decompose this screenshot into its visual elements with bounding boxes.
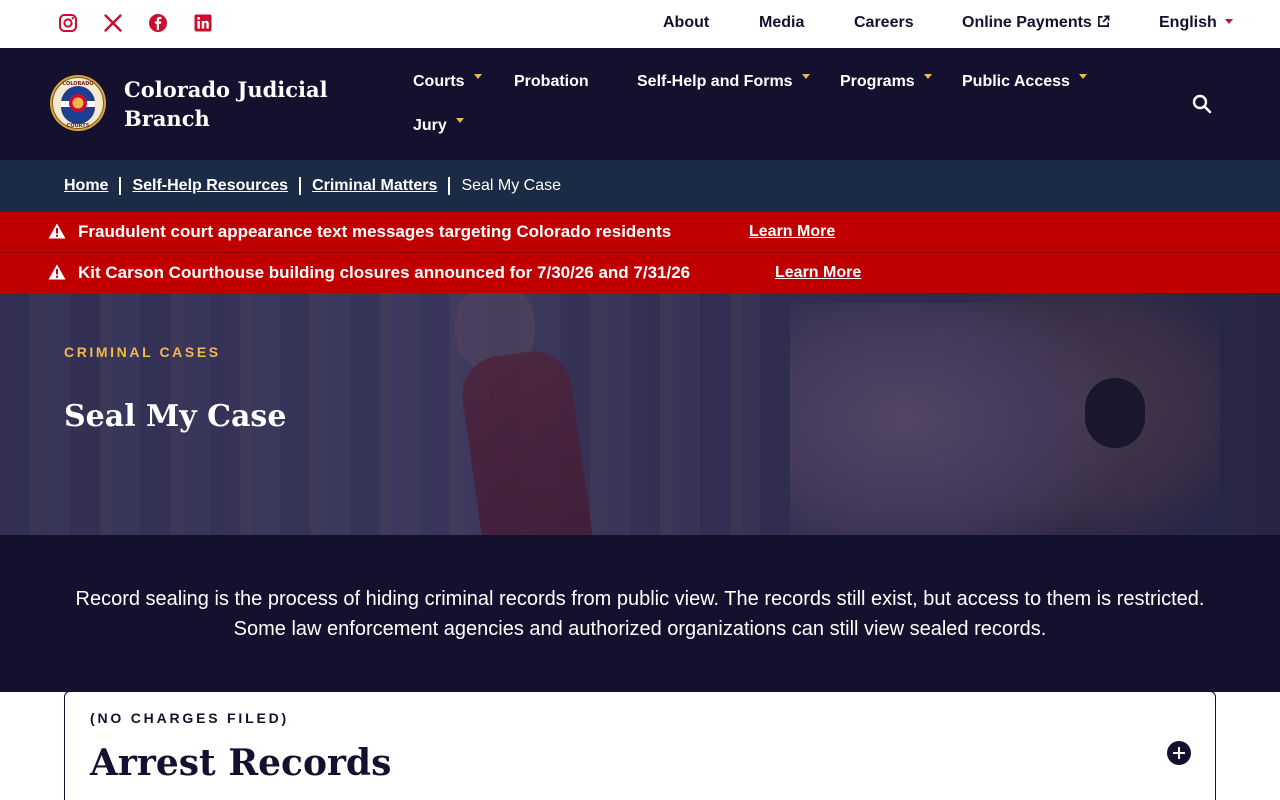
facebook-icon[interactable]: [148, 13, 168, 33]
linkedin-icon[interactable]: [193, 13, 213, 33]
warning-icon: [48, 264, 66, 280]
page-title: Seal My Case: [64, 399, 287, 434]
utility-bar: About Media Careers Online Payments Engl…: [0, 0, 1280, 48]
alert-banner: Fraudulent court appearance text message…: [0, 212, 1280, 252]
breadcrumb: Home Self-Help Resources Criminal Matter…: [0, 160, 1280, 212]
nav-probation-label: Probation: [514, 73, 589, 90]
chevron-down-icon: [1078, 74, 1087, 79]
breadcrumb-separator: [299, 177, 302, 195]
breadcrumb-home[interactable]: Home: [64, 177, 108, 195]
careers-link[interactable]: Careers: [854, 14, 914, 32]
nav-courts[interactable]: Courts: [413, 73, 482, 91]
nav-jury-label: Jury: [413, 117, 447, 134]
site-name[interactable]: Colorado Judicial Branch: [124, 75, 344, 133]
nav-probation[interactable]: Probation: [514, 73, 589, 91]
alert-learn-more-link[interactable]: Learn More: [775, 264, 861, 282]
intro-section: Record sealing is the process of hiding …: [0, 535, 1280, 692]
court-seal-logo[interactable]: COLORADO COURTS: [49, 74, 107, 132]
language-select[interactable]: English: [1159, 14, 1233, 32]
about-link[interactable]: About: [663, 14, 709, 32]
seal-bottom-text: COURTS: [67, 123, 90, 129]
hero-eyebrow: CRIMINAL CASES: [64, 344, 221, 360]
external-link-icon: [1097, 15, 1110, 27]
chevron-down-icon: [473, 74, 482, 79]
alert-text: Fraudulent court appearance text message…: [78, 222, 672, 241]
search-icon[interactable]: [1190, 92, 1214, 116]
accordion-title: Arrest Records: [90, 742, 392, 784]
alert-banner: Kit Carson Courthouse building closures …: [0, 253, 1280, 293]
x-icon[interactable]: [103, 13, 123, 33]
breadcrumb-criminal-matters[interactable]: Criminal Matters: [312, 177, 437, 195]
nav-self-help-label: Self-Help and Forms: [637, 73, 793, 90]
seal-top-text: COLORADO: [62, 81, 93, 87]
breadcrumb-current: Seal My Case: [461, 177, 562, 194]
nav-programs[interactable]: Programs: [840, 73, 932, 91]
chevron-down-icon: [923, 74, 932, 79]
chevron-down-icon: [1224, 19, 1233, 24]
warning-icon: [48, 223, 66, 239]
chevron-down-icon: [801, 74, 810, 79]
online-payments-label: Online Payments: [962, 14, 1092, 31]
breadcrumb-trail: Home Self-Help Resources Criminal Matter…: [64, 177, 561, 195]
intro-text: Record sealing is the process of hiding …: [75, 588, 1205, 640]
nav-public-access[interactable]: Public Access: [962, 73, 1087, 91]
breadcrumb-separator: [448, 177, 451, 195]
alert-learn-more-link[interactable]: Learn More: [749, 223, 835, 241]
chevron-down-icon: [455, 118, 464, 123]
breadcrumb-separator: [119, 177, 122, 195]
accordion-arrest-records[interactable]: (NO CHARGES FILED) Arrest Records: [64, 691, 1216, 800]
nav-self-help[interactable]: Self-Help and Forms: [637, 73, 810, 91]
main-header: COLORADO COURTS Colorado Judicial Branch…: [0, 48, 1280, 160]
instagram-icon[interactable]: [58, 13, 78, 33]
breadcrumb-self-help[interactable]: Self-Help Resources: [132, 177, 288, 195]
social-links: [58, 13, 238, 33]
nav-courts-label: Courts: [413, 73, 465, 90]
online-payments-link[interactable]: Online Payments: [962, 14, 1110, 32]
nav-public-access-label: Public Access: [962, 73, 1070, 90]
nav-programs-label: Programs: [840, 73, 915, 90]
accordion-eyebrow: (NO CHARGES FILED): [90, 710, 289, 726]
language-label: English: [1159, 14, 1217, 31]
nav-jury[interactable]: Jury: [413, 117, 464, 135]
plus-icon[interactable]: [1167, 741, 1191, 765]
alert-text: Kit Carson Courthouse building closures …: [78, 263, 691, 282]
media-link[interactable]: Media: [759, 14, 804, 32]
hero-banner: CRIMINAL CASES Seal My Case: [0, 293, 1280, 535]
